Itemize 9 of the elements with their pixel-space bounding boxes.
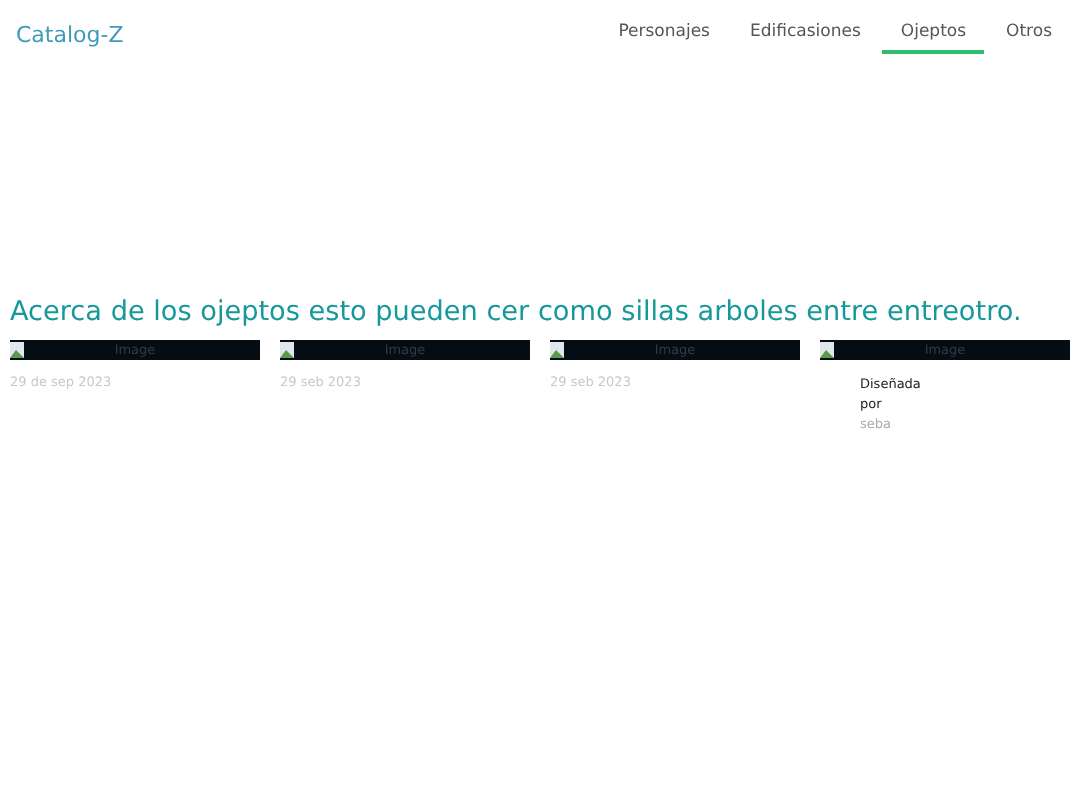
broken-image-icon [280,342,294,358]
page-heading: Acerca de los ojeptos esto pueden cer como sillas arboles entre entreotro. [10,296,1024,328]
broken-image-icon [820,342,834,358]
broken-image-icon [10,342,24,358]
nav-link[interactable]: Otros [988,18,1070,54]
nav-link[interactable]: Edificasiones [731,18,879,54]
broken-image-icon [550,342,564,358]
nav-link[interactable]: Ojeptos [882,18,985,54]
nav-link[interactable]: Personajes [600,18,728,54]
